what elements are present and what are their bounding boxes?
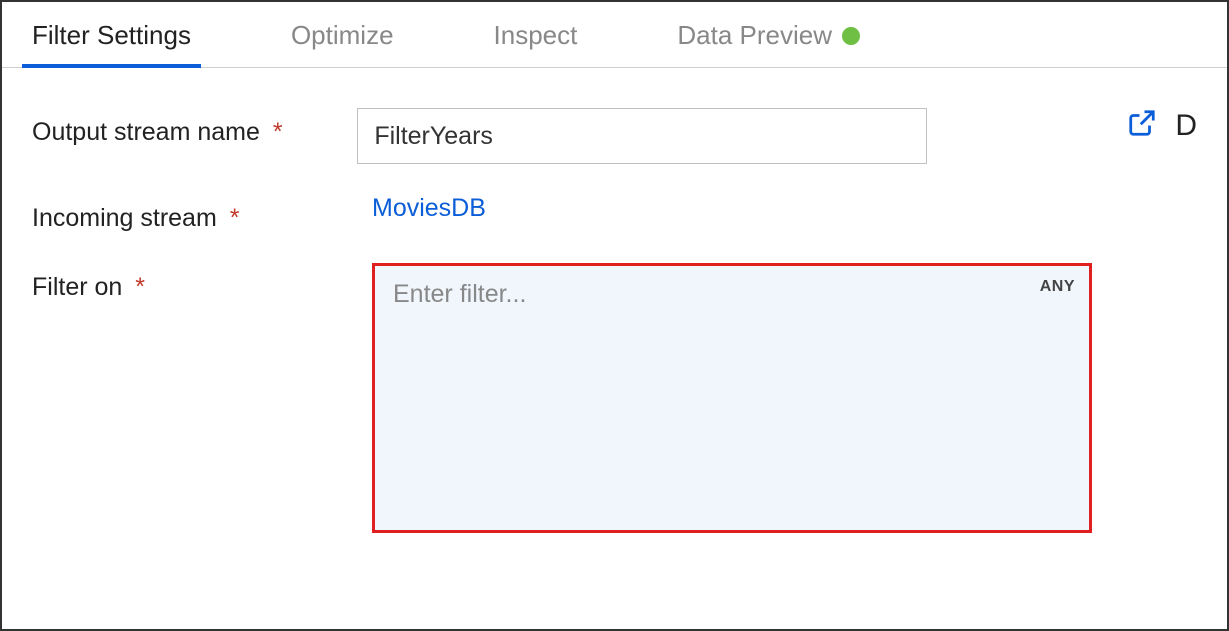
required-asterisk-icon: * (135, 273, 145, 301)
output-stream-name-input[interactable] (357, 108, 927, 164)
label-text: Output stream name (32, 118, 260, 146)
side-actions: D (1127, 108, 1197, 143)
row-filter-on: Filter on * Enter filter... ANY (32, 263, 1197, 533)
tab-label: Inspect (494, 20, 578, 51)
status-indicator-icon (842, 27, 860, 45)
filter-type-badge: ANY (1040, 278, 1075, 296)
label-text: Incoming stream (32, 204, 217, 232)
label-output-stream-name: Output stream name * (32, 108, 357, 147)
side-letter: D (1175, 109, 1197, 143)
filter-placeholder: Enter filter... (393, 280, 526, 308)
label-text: Filter on (32, 273, 122, 301)
row-incoming-stream: Incoming stream * MoviesDB (32, 194, 1197, 233)
label-filter-on: Filter on * (32, 263, 372, 302)
filter-expression-input[interactable]: Enter filter... ANY (372, 263, 1092, 533)
label-incoming-stream: Incoming stream * (32, 194, 372, 233)
tab-bar: Filter Settings Optimize Inspect Data Pr… (2, 2, 1227, 68)
tab-label: Data Preview (677, 20, 832, 51)
row-output-stream-name: Output stream name * D (32, 108, 1197, 164)
tab-label: Filter Settings (32, 20, 191, 51)
form-area: Output stream name * D Incoming stream *… (2, 68, 1227, 583)
field-filter-on: Enter filter... ANY (372, 263, 1092, 533)
field-incoming-stream: MoviesDB (372, 194, 1092, 223)
tab-data-preview[interactable]: Data Preview (667, 2, 870, 67)
required-asterisk-icon: * (273, 118, 283, 146)
incoming-stream-link[interactable]: MoviesDB (372, 194, 486, 223)
field-output-stream-name (357, 108, 1077, 164)
required-asterisk-icon: * (230, 204, 240, 232)
open-external-icon[interactable] (1127, 108, 1157, 143)
tab-filter-settings[interactable]: Filter Settings (22, 2, 201, 67)
tab-optimize[interactable]: Optimize (281, 2, 404, 67)
tab-inspect[interactable]: Inspect (484, 2, 588, 67)
tab-label: Optimize (291, 20, 394, 51)
